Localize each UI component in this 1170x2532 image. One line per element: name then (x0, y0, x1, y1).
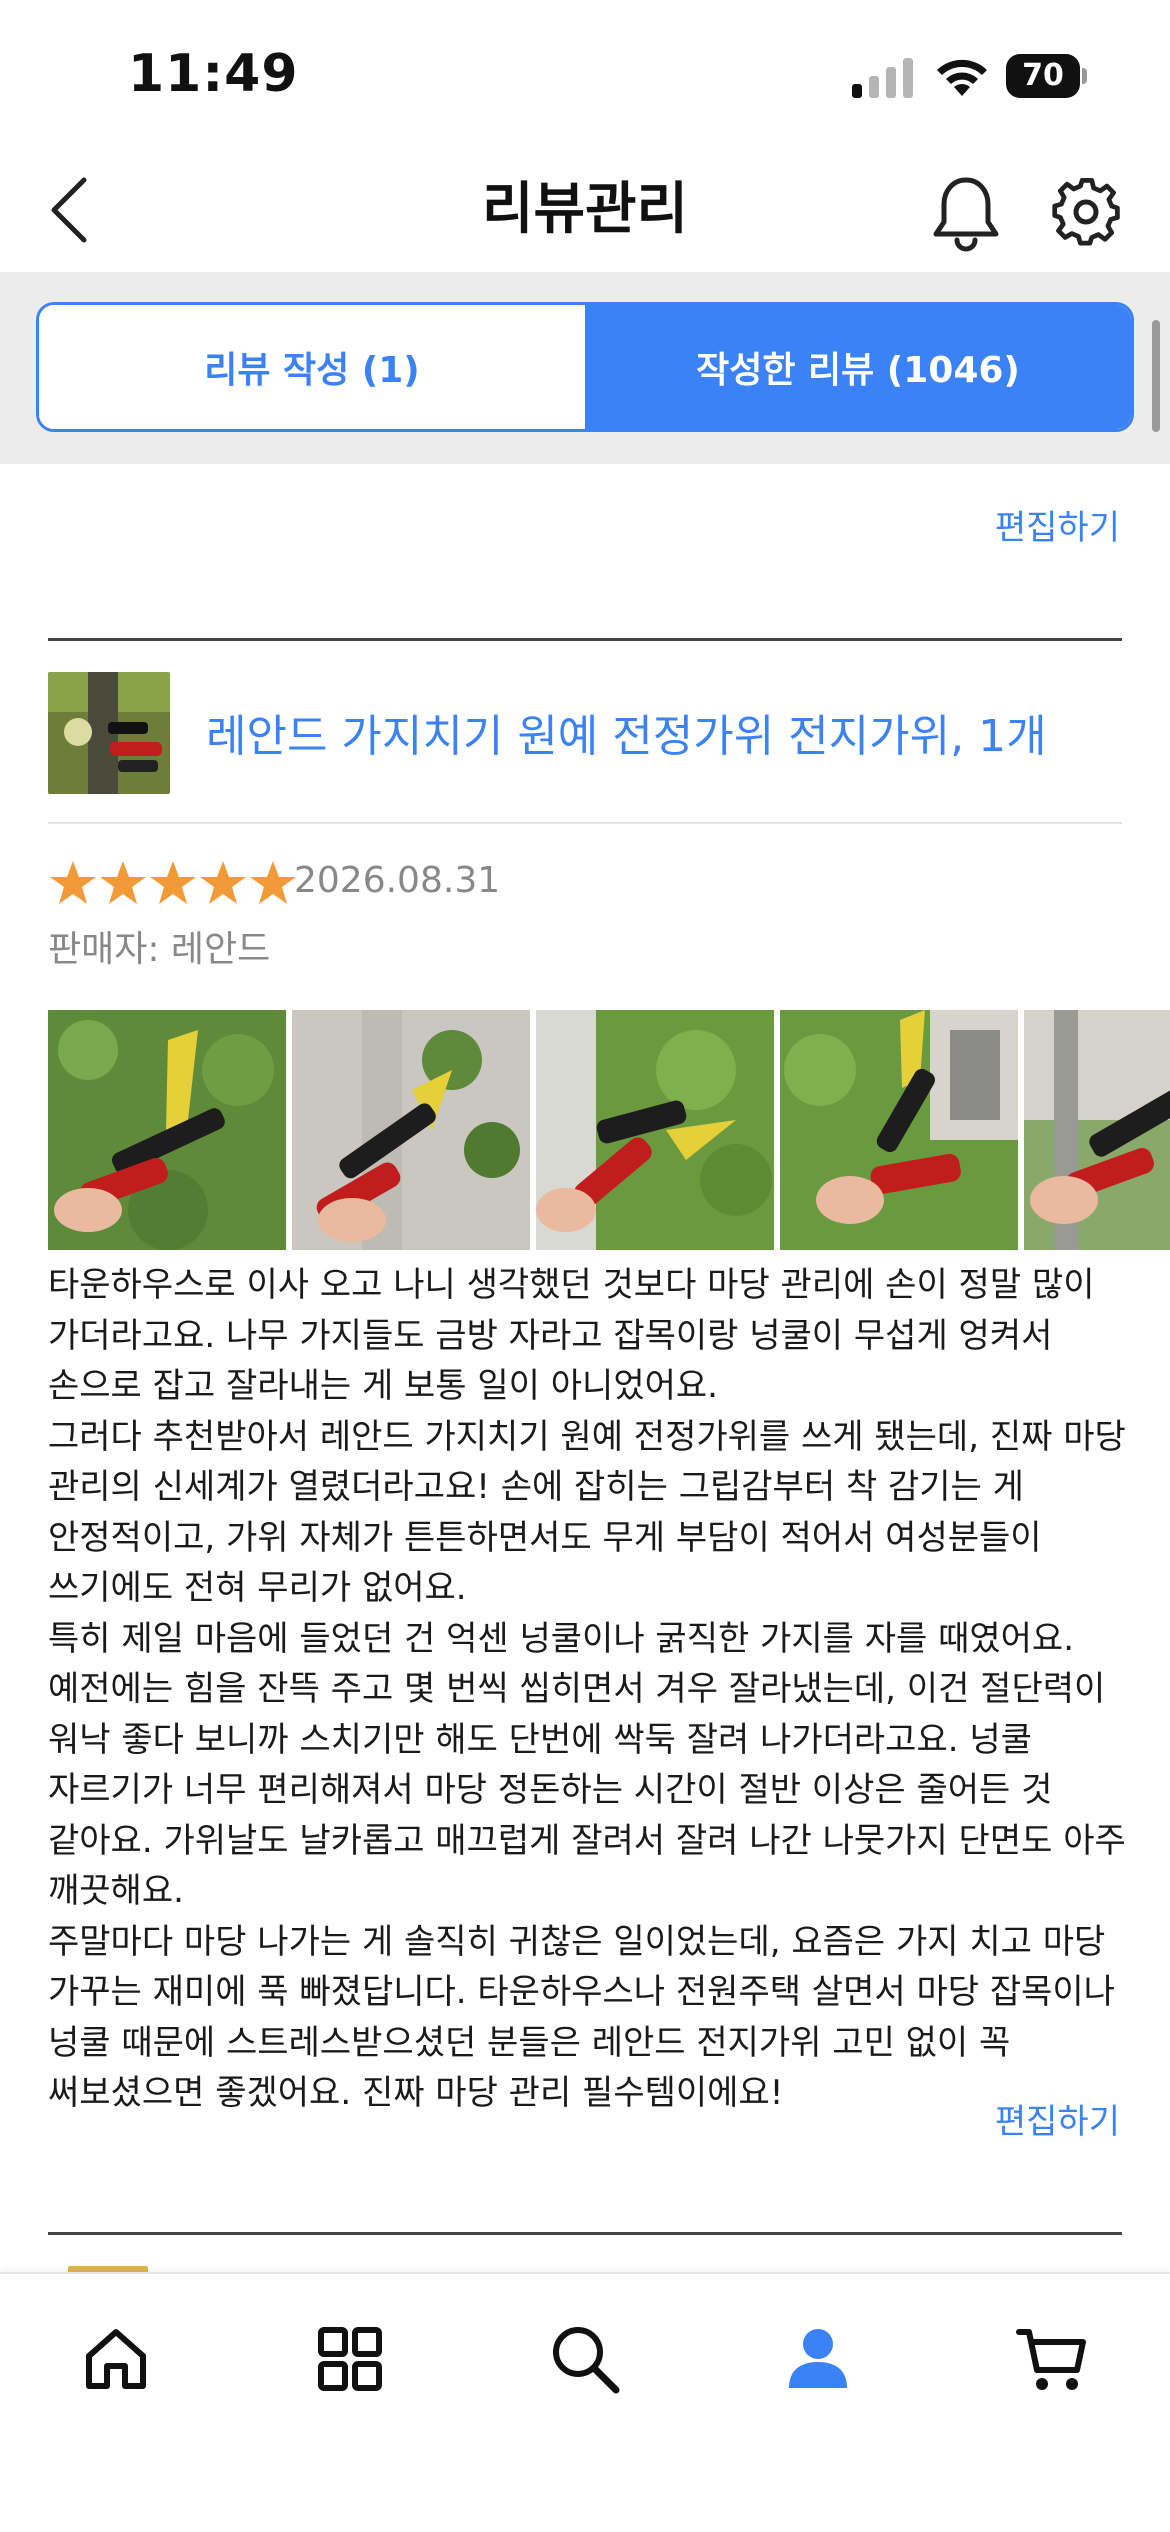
search-icon (553, 2327, 620, 2394)
rating-stars (48, 858, 298, 908)
edit-button[interactable]: 편집하기 (995, 2094, 1120, 2143)
cellular-signal-icon (852, 58, 913, 98)
review-photo[interactable] (536, 1010, 774, 1250)
review-photos[interactable] (48, 1010, 1170, 1250)
review-date: 2026.08.31 (294, 860, 501, 901)
header: 리뷰관리 (0, 130, 1170, 272)
nav-cart[interactable] (1002, 2314, 1102, 2404)
nav-categories[interactable] (300, 2314, 400, 2404)
tab-written-reviews[interactable]: 작성한 리뷰 (1046) (585, 305, 1131, 429)
star-icon (150, 861, 196, 904)
person-icon (789, 2329, 847, 2388)
nav-search[interactable] (535, 2314, 635, 2404)
nav-my-page[interactable] (768, 2314, 868, 2404)
tab-bar-container: 리뷰 작성 (1) 작성한 리뷰 (1046) (0, 272, 1170, 464)
review-text: 타운하우스로 이사 오고 나니 생각했던 것보다 마당 관리에 손이 정말 많이… (48, 1265, 1126, 2113)
home-icon (86, 2329, 146, 2389)
product-thumbnail[interactable] (48, 672, 170, 794)
review-photo[interactable] (780, 1010, 1018, 1250)
review-tabs: 리뷰 작성 (1) 작성한 리뷰 (1046) (36, 302, 1134, 432)
tab-write-review[interactable]: 리뷰 작성 (1) (39, 305, 585, 429)
gear-icon (1052, 178, 1120, 246)
settings-button[interactable] (1050, 172, 1122, 252)
grid-icon (318, 2327, 382, 2391)
star-icon (250, 861, 296, 904)
scrollbar[interactable] (1152, 320, 1160, 432)
back-button[interactable] (40, 170, 100, 250)
notification-button[interactable] (930, 172, 1002, 252)
nav-home[interactable] (66, 2314, 166, 2404)
divider (48, 2232, 1122, 2235)
review-photo[interactable] (1024, 1010, 1170, 1250)
cart-icon (1016, 2329, 1086, 2390)
review-photo[interactable] (48, 1010, 286, 1250)
bottom-navigation (0, 2272, 1170, 2532)
wifi-icon (937, 59, 987, 96)
divider (48, 638, 1122, 641)
star-icon (50, 861, 96, 904)
status-time: 11:49 (128, 44, 299, 104)
edit-button-top[interactable]: 편집하기 (995, 500, 1120, 549)
review-photo[interactable] (292, 1010, 530, 1250)
star-icon (200, 861, 246, 904)
star-icon (100, 861, 146, 904)
chevron-left-icon (51, 177, 87, 243)
seller-label: 판매자: 레안드 (48, 929, 271, 970)
battery-icon: 70 (1006, 54, 1087, 98)
status-bar: 11:49 70 (0, 0, 1170, 150)
product-title[interactable]: 레안드 가지치기 원예 전정가위 전지가위, 1개 (206, 700, 1047, 764)
battery-level: 70 (1006, 54, 1080, 98)
bell-icon (933, 177, 999, 252)
divider (48, 822, 1122, 824)
